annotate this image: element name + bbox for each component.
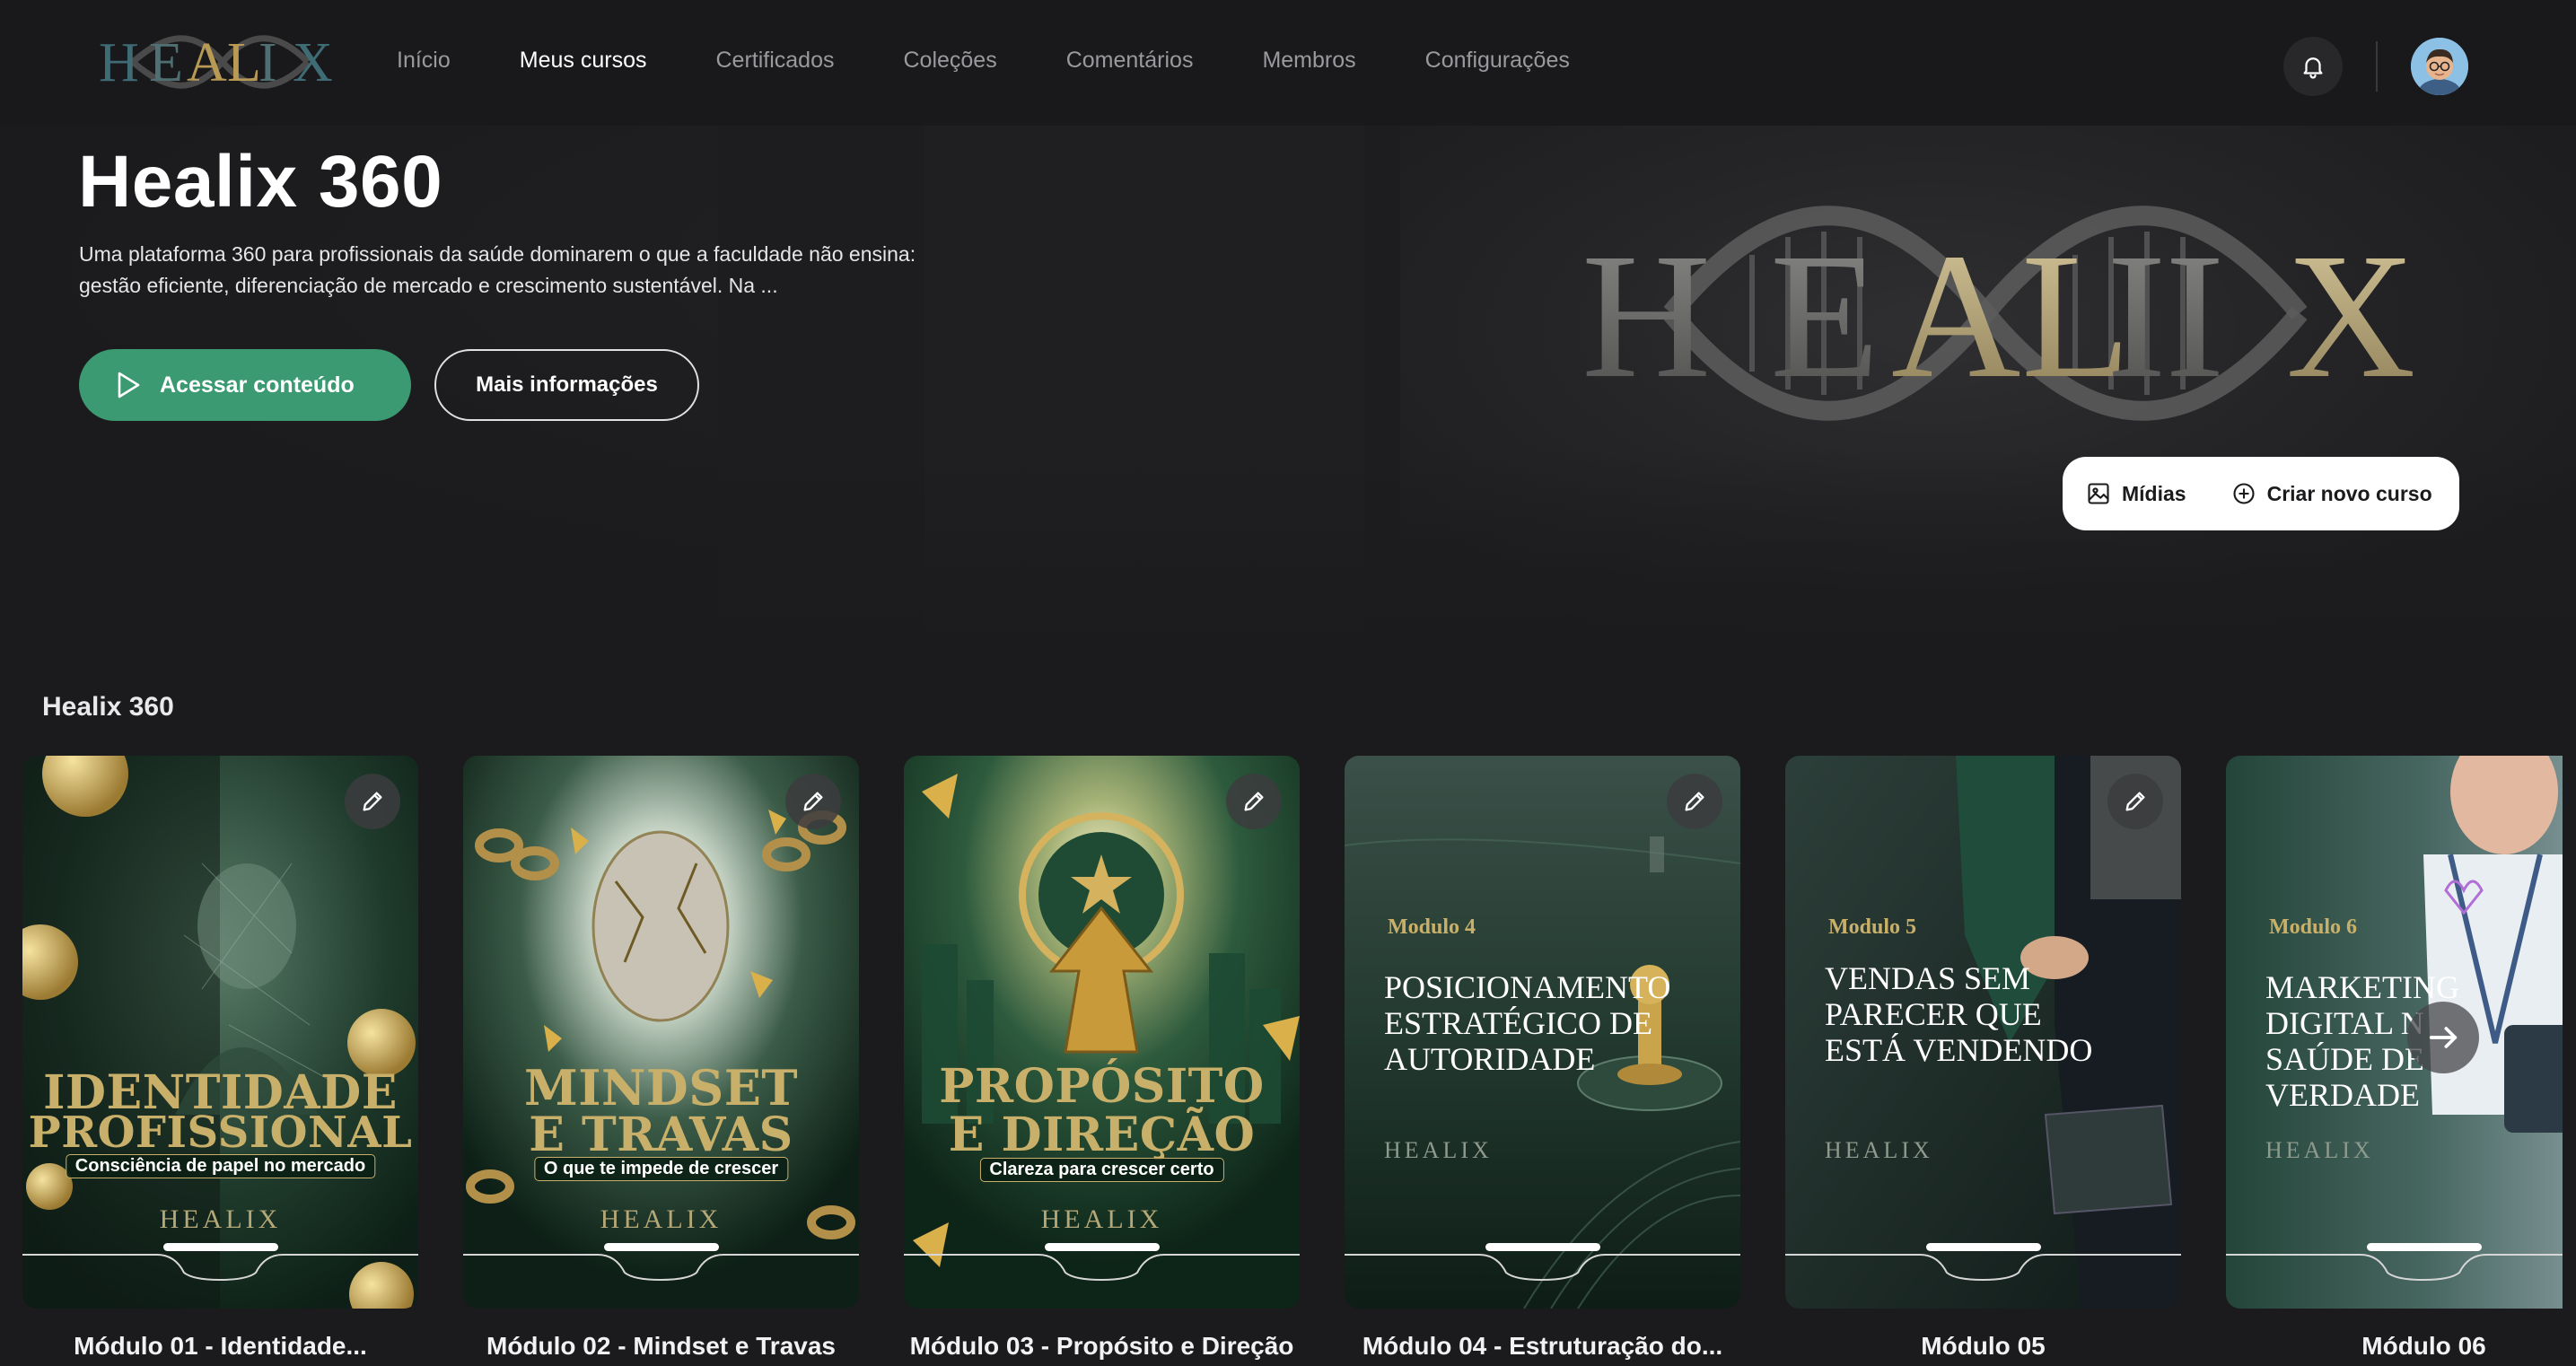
- svg-text:E: E: [1770, 217, 1879, 416]
- poster-brand: HEALIX: [159, 1204, 282, 1234]
- edit-button[interactable]: [1667, 774, 1722, 829]
- pencil-icon: [363, 792, 382, 811]
- course-card-2[interactable]: MINDSET E TRAVAS O que te impede de cres…: [463, 756, 859, 1309]
- top-navbar: H E A L I X Início Meus cursos Certifica…: [0, 0, 2576, 126]
- carousel-next-button[interactable]: [2407, 1002, 2479, 1073]
- nav-link-membros[interactable]: Membros: [1262, 41, 1355, 79]
- nav-link-meus-cursos[interactable]: Meus cursos: [520, 41, 647, 79]
- hero-title: Healix 360: [78, 141, 443, 223]
- admin-actions: Mídias Criar novo curso: [2063, 457, 2459, 530]
- plus-circle-icon: [2233, 483, 2255, 504]
- user-avatar[interactable]: [2411, 38, 2468, 95]
- progress-bar: [162, 1243, 278, 1251]
- poster-subtitle: O que te impede de crescer: [533, 1157, 789, 1181]
- course-card-6[interactable]: Modulo 6 Marketing digital n saúde de ve…: [2226, 756, 2576, 1309]
- nav-link-colecoes[interactable]: Coleções: [903, 41, 996, 79]
- poster-subtitle: Consciência de papel no mercado: [65, 1154, 376, 1178]
- course-title-5[interactable]: Módulo 05: [1785, 1330, 2181, 1362]
- create-course-label: Criar novo curso: [2266, 481, 2432, 505]
- more-info-button[interactable]: Mais informações: [434, 349, 699, 421]
- nav-link-inicio[interactable]: Início: [397, 41, 451, 79]
- poster-title: Vendas sem parecer que está vendendo: [1825, 960, 2093, 1068]
- progress-bar: [1485, 1243, 1600, 1251]
- svg-text:I: I: [2165, 217, 2225, 416]
- poster-title: Posicionamento estratégico de autoridade: [1384, 969, 1671, 1077]
- svg-text:H: H: [99, 32, 139, 93]
- course-title-1[interactable]: Módulo 01 - Identidade...: [22, 1330, 418, 1362]
- poster-brand: HEALIX: [600, 1204, 723, 1234]
- poster-kicker: Modulo 6: [2269, 915, 2358, 939]
- pencil-icon: [2125, 792, 2145, 811]
- healix-logo-art: H E A L I I X: [1582, 206, 2415, 421]
- image-icon: [2088, 483, 2109, 504]
- course-card-3[interactable]: PROPÓSITO E DIREÇÃO Clareza para crescer…: [904, 756, 1300, 1309]
- svg-text:X: X: [293, 32, 333, 93]
- poster-title: PROFISSIONAL: [28, 1108, 413, 1158]
- poster-title: PROPÓSITO: [939, 1059, 1265, 1114]
- media-label: Mídias: [2122, 481, 2186, 505]
- create-course-button[interactable]: Criar novo curso: [2231, 481, 2432, 506]
- pencil-icon: [1244, 792, 1264, 811]
- nav-link-comentarios[interactable]: Comentários: [1066, 41, 1194, 79]
- media-button[interactable]: Mídias: [2086, 481, 2186, 506]
- play-icon: [118, 372, 140, 398]
- poster-brand: HEALIX: [1384, 1137, 1493, 1163]
- svg-text:A: A: [187, 32, 227, 93]
- progress-bar: [2366, 1243, 2482, 1251]
- svg-text:I: I: [2107, 217, 2167, 416]
- edit-button[interactable]: [785, 774, 841, 829]
- edit-button[interactable]: [1226, 774, 1282, 829]
- arrow-right-icon: [2429, 1027, 2458, 1048]
- nav-link-certificados[interactable]: Certificados: [715, 41, 834, 79]
- course-card-5[interactable]: Modulo 5 Vendas sem parecer que está ven…: [1785, 756, 2181, 1309]
- pencil-icon: [1685, 792, 1704, 811]
- access-content-button[interactable]: Acessar conteúdo: [79, 349, 411, 421]
- notifications-button[interactable]: [2283, 37, 2343, 96]
- nav-link-configuracoes[interactable]: Configurações: [1425, 41, 1570, 79]
- progress-bar: [1044, 1243, 1160, 1251]
- healix-logo[interactable]: H E A L I X: [97, 31, 343, 93]
- carousel-edge: [2563, 756, 2576, 1366]
- progress-bar: [603, 1243, 719, 1251]
- pencil-icon: [803, 792, 823, 811]
- course-title-6[interactable]: Módulo 06: [2226, 1330, 2576, 1362]
- poster-title: E DIREÇÃO: [948, 1108, 1256, 1162]
- poster-kicker: Modulo 4: [1388, 915, 1476, 939]
- nav-divider: [2376, 41, 2378, 92]
- hero-description: Uma plataforma 360 para profissionais da…: [79, 242, 916, 297]
- nav-links: Início Meus cursos Certificados Coleções…: [397, 41, 1639, 79]
- edit-button[interactable]: [345, 774, 400, 829]
- svg-text:E: E: [149, 32, 183, 93]
- poster-title: E TRAVAS: [529, 1108, 793, 1162]
- svg-text:H: H: [1582, 217, 1713, 416]
- svg-text:I: I: [258, 32, 277, 93]
- poster-brand: HEALIX: [1825, 1137, 1933, 1163]
- course-title-4[interactable]: Módulo 04 - Estruturação do...: [1345, 1330, 1740, 1362]
- access-content-label: Acessar conteúdo: [160, 372, 355, 398]
- svg-text:X: X: [2286, 217, 2415, 416]
- bell-icon: [2303, 57, 2323, 79]
- row-title: Healix 360: [42, 692, 174, 722]
- progress-bar: [1925, 1243, 2041, 1251]
- course-carousel: IDENTIDADE PROFISSIONAL Consciência de p…: [0, 756, 2576, 1366]
- poster-brand: HEALIX: [2265, 1137, 2374, 1163]
- poster-brand: HEALIX: [1040, 1204, 1163, 1234]
- course-title-2[interactable]: Módulo 02 - Mindset e Travas: [463, 1330, 859, 1362]
- course-card-4[interactable]: Modulo 4 Posicionamento estratégico de a…: [1345, 756, 1740, 1309]
- svg-text:L: L: [227, 32, 261, 93]
- course-title-3[interactable]: Módulo 03 - Propósito e Direção: [904, 1330, 1300, 1362]
- course-card-1[interactable]: IDENTIDADE PROFISSIONAL Consciência de p…: [22, 756, 418, 1309]
- poster-kicker: Modulo 5: [1828, 915, 1917, 939]
- svg-text:A: A: [1891, 217, 2020, 416]
- more-info-label: Mais informações: [476, 372, 658, 397]
- poster-subtitle: Clareza para crescer certo: [979, 1158, 1224, 1182]
- edit-button[interactable]: [2107, 774, 2163, 829]
